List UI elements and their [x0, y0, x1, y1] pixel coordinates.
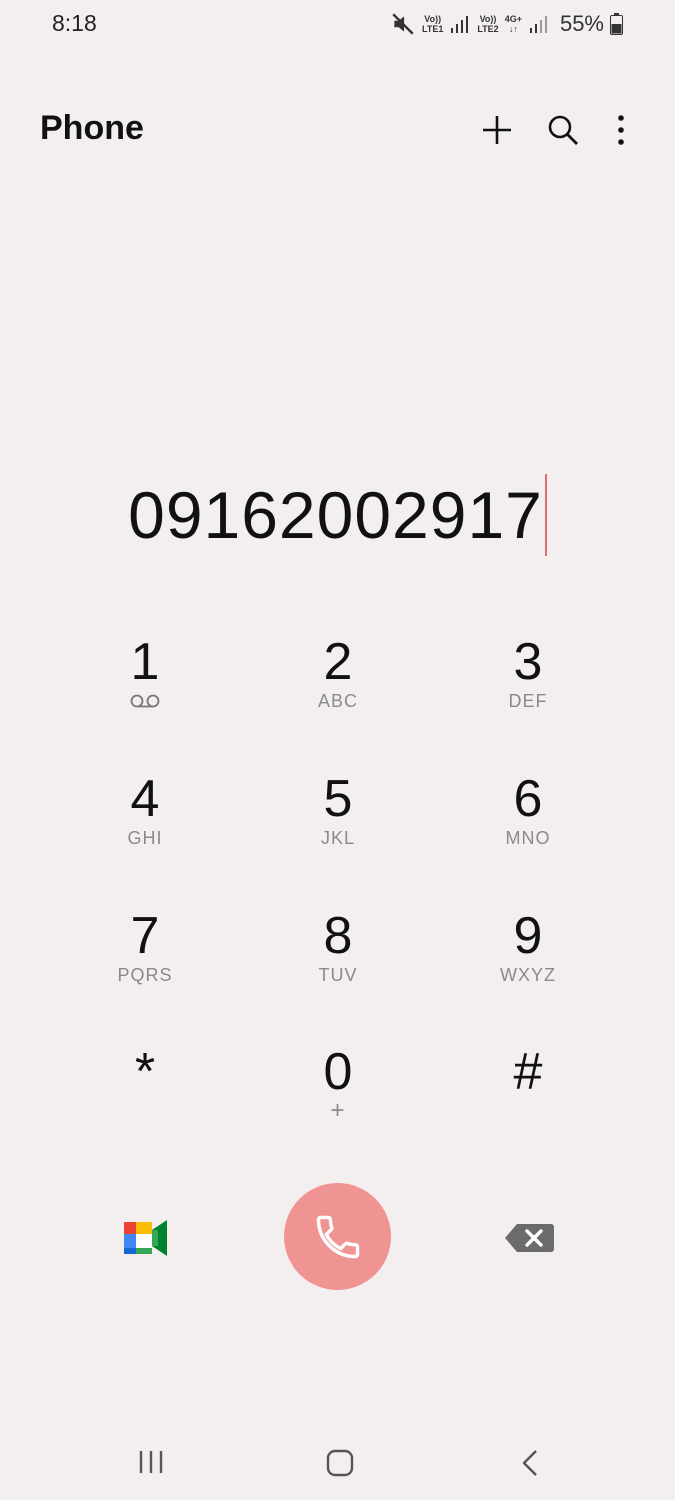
key-pound[interactable]: #: [433, 1040, 623, 1160]
home-icon[interactable]: [325, 1448, 355, 1478]
key-letters: ABC: [317, 691, 358, 711]
back-icon[interactable]: [518, 1448, 542, 1478]
network-type-badge: 4G+ ↓↑: [504, 14, 522, 34]
key-letters: GHI: [127, 828, 163, 848]
key-letters: +: [330, 1097, 346, 1124]
key-digit: 0: [323, 1043, 353, 1101]
recents-icon[interactable]: [135, 1448, 167, 1476]
key-digit: 2: [323, 633, 353, 691]
key-1[interactable]: 1: [50, 630, 240, 750]
search-icon: [548, 115, 578, 145]
app-header: Phone: [0, 100, 675, 160]
key-digit: 8: [323, 907, 353, 965]
more-vert-icon: [618, 115, 624, 145]
call-button[interactable]: [284, 1183, 391, 1290]
status-time: 8:18: [52, 10, 97, 36]
add-contact-button[interactable]: [477, 110, 517, 150]
key-digit: #: [513, 1043, 543, 1101]
battery-percent: 55%: [559, 11, 604, 36]
google-meet-icon: [124, 1220, 167, 1256]
key-7[interactable]: 7 PQRS: [50, 904, 240, 1024]
add-icon: [483, 116, 511, 144]
key-digit: 3: [513, 633, 543, 691]
status-bar: 8:18 Vo)) LTE1 Vo)) LTE2 4G+ ↓↑ 55%: [0, 0, 675, 50]
key-digit: 9: [513, 907, 543, 965]
backspace-icon: [505, 1224, 554, 1252]
key-digit: *: [134, 1043, 156, 1101]
key-digit: 6: [513, 770, 543, 828]
sim2-volte-badge: Vo)) LTE2: [477, 14, 499, 34]
search-button[interactable]: [543, 110, 583, 150]
sim1-volte-badge: Vo)) LTE1: [422, 14, 444, 34]
key-0[interactable]: 0 +: [243, 1040, 433, 1160]
key-digit: 5: [323, 770, 353, 828]
key-8[interactable]: 8 TUV: [243, 904, 433, 1024]
more-options-button[interactable]: [601, 110, 641, 150]
voicemail-icon: [130, 694, 160, 708]
page-title: Phone: [40, 109, 144, 147]
text-cursor: [544, 474, 547, 556]
key-digit: 4: [130, 770, 160, 828]
key-letters: MNO: [505, 828, 551, 848]
key-digit: 7: [130, 907, 160, 965]
video-call-button[interactable]: [120, 1212, 172, 1264]
battery-icon: [610, 13, 623, 35]
key-2[interactable]: 2 ABC: [243, 630, 433, 750]
key-letters: DEF: [508, 691, 548, 711]
key-letters: TUV: [318, 965, 358, 985]
key-5[interactable]: 5 JKL: [243, 767, 433, 887]
system-nav-bar: [0, 1420, 675, 1500]
key-3[interactable]: 3 DEF: [433, 630, 623, 750]
backspace-button[interactable]: [503, 1218, 555, 1258]
status-icons: Vo)) LTE1 Vo)) LTE2 4G+ ↓↑ 55%: [390, 9, 623, 39]
key-digit: 1: [130, 633, 160, 691]
dialed-number-field[interactable]: 09162002917: [0, 470, 675, 560]
key-letters: PQRS: [117, 965, 173, 985]
dialed-number: 09162002917: [128, 478, 543, 552]
key-letters: WXYZ: [500, 965, 556, 985]
key-letters: JKL: [320, 828, 356, 848]
key-6[interactable]: 6 MNO: [433, 767, 623, 887]
call-icon: [316, 1215, 359, 1258]
key-4[interactable]: 4 GHI: [50, 767, 240, 887]
signal-icon: [529, 16, 547, 33]
mute-icon: [392, 13, 414, 35]
signal-icon: [451, 16, 469, 33]
key-star[interactable]: *: [50, 1040, 240, 1160]
key-9[interactable]: 9 WXYZ: [433, 904, 623, 1024]
